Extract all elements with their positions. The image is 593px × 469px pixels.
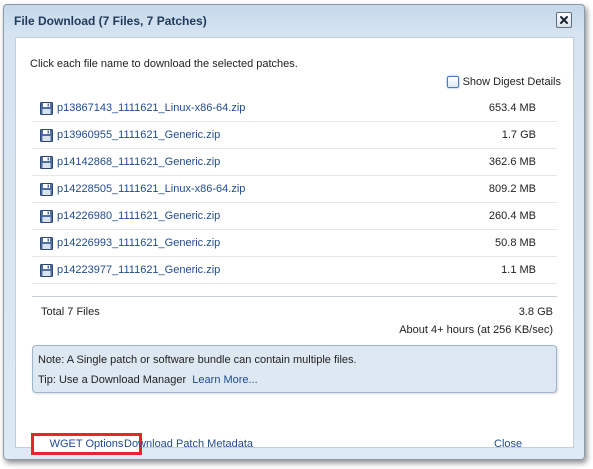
total-size: 3.8 GB <box>518 306 553 318</box>
note-text: Note: A Single patch or software bundle … <box>38 354 357 366</box>
file-size: 809.2 MB <box>488 183 536 195</box>
file-size: 1.7 GB <box>501 129 536 141</box>
file-size: 50.8 MB <box>495 237 536 249</box>
close-x-icon <box>560 16 568 24</box>
show-digest-label: Show Digest Details <box>462 76 561 88</box>
show-digest-checkbox[interactable] <box>446 76 459 88</box>
dialog-close-button[interactable] <box>556 12 572 28</box>
dialog-title: File Download (7 Files, 7 Patches) <box>14 14 207 28</box>
floppy-disk-icon <box>40 155 53 169</box>
floppy-disk-icon <box>40 236 53 250</box>
download-time-estimate: About 4+ hours (at 256 KB/sec) <box>399 324 553 336</box>
file-download-link[interactable]: p14223977_1111621_Generic.zip <box>57 264 220 276</box>
file-row: p14142868_1111621_Generic.zip 362.6 MB <box>32 149 557 176</box>
file-row: p14226980_1111621_Generic.zip 260.4 MB <box>32 203 557 230</box>
file-size: 1.1 MB <box>501 264 536 276</box>
summary-divider <box>32 296 557 297</box>
tip-line: Tip: Use a Download Manager Learn More..… <box>38 374 258 386</box>
total-files-label: Total 7 Files <box>41 306 100 318</box>
close-link[interactable]: Close <box>494 438 522 450</box>
intro-text: Click each file name to download the sel… <box>30 58 298 70</box>
file-download-link[interactable]: p14142868_1111621_Generic.zip <box>57 156 220 168</box>
download-patch-metadata-link[interactable]: Download Patch Metadata <box>124 438 253 450</box>
show-digest-details-toggle[interactable]: Show Digest Details <box>446 76 561 88</box>
tip-text: Tip: Use a Download Manager <box>38 374 187 386</box>
file-download-link[interactable]: p14228505_1111621_Linux-x86-64.zip <box>57 183 245 195</box>
floppy-disk-icon <box>40 101 53 115</box>
file-row: p14223977_1111621_Generic.zip 1.1 MB <box>32 257 557 284</box>
file-size: 362.6 MB <box>488 156 536 168</box>
file-row: p13960955_1111621_Generic.zip 1.7 GB <box>32 122 557 149</box>
dialog-title-bar: File Download (7 Files, 7 Patches) <box>4 5 584 35</box>
file-download-link[interactable]: p13960955_1111621_Generic.zip <box>57 129 220 141</box>
file-list: p13867143_1111621_Linux-x86-64.zip 653.4 … <box>32 95 557 284</box>
note-box: Note: A Single patch or software bundle … <box>32 345 557 393</box>
learn-more-link[interactable]: Learn More... <box>192 374 257 386</box>
dialog-content: Click each file name to download the sel… <box>15 37 574 448</box>
file-row: p14228505_1111621_Linux-x86-64.zip 809.2 … <box>32 176 557 203</box>
file-download-link[interactable]: p14226980_1111621_Generic.zip <box>57 210 220 222</box>
floppy-disk-icon <box>40 182 53 196</box>
file-size: 260.4 MB <box>488 210 536 222</box>
file-size: 653.4 MB <box>488 102 536 114</box>
floppy-disk-icon <box>40 209 53 223</box>
file-download-link[interactable]: p14226993_1111621_Generic.zip <box>57 237 220 249</box>
floppy-disk-icon <box>40 128 53 142</box>
file-download-link[interactable]: p13867143_1111621_Linux-x86-64.zip <box>57 102 245 114</box>
file-row: p14226993_1111621_Generic.zip 50.8 MB <box>32 230 557 257</box>
floppy-disk-icon <box>40 263 53 277</box>
file-download-dialog: File Download (7 Files, 7 Patches) Click… <box>3 4 585 460</box>
file-row: p13867143_1111621_Linux-x86-64.zip 653.4 … <box>32 95 557 122</box>
